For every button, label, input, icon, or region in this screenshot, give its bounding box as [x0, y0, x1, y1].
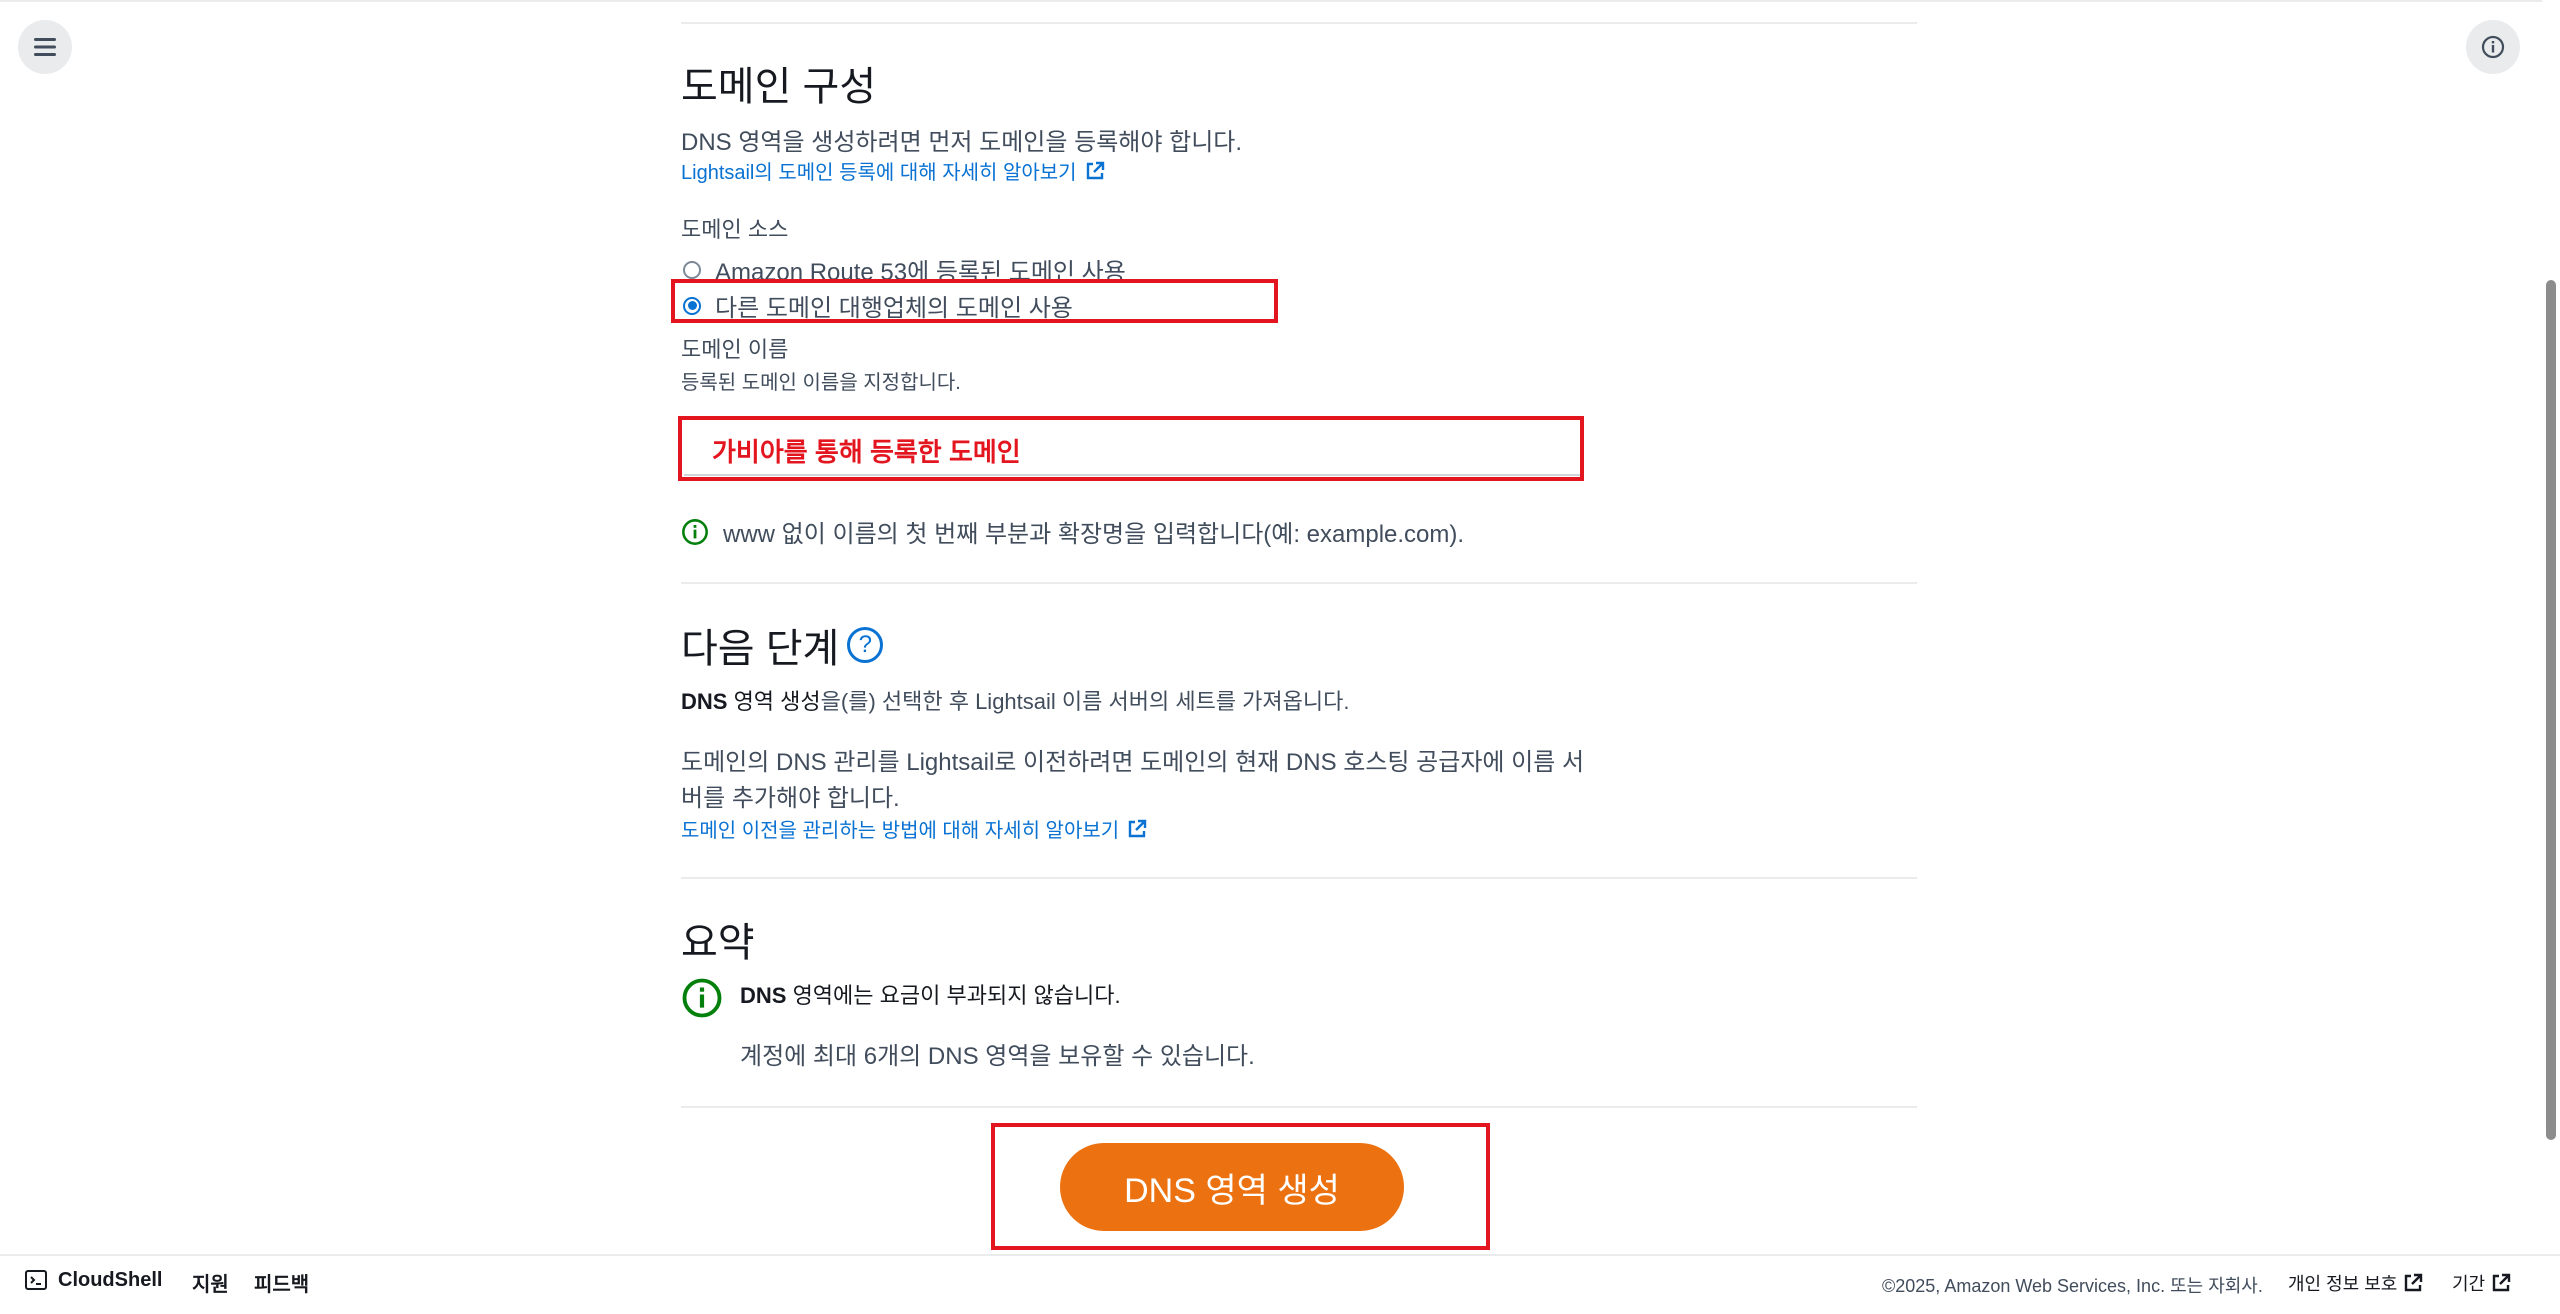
hamburger-icon: [34, 38, 56, 56]
transfer-learn-more-label: 도메인 이전을 관리하는 방법에 대해 자세히 알아보기: [681, 820, 1120, 842]
section-divider: [681, 582, 1917, 584]
next-steps-line1-rest: 을(를) 선택한 후 Lightsail 이름 서버의 세트를 가져옵니다.: [820, 689, 1350, 714]
info-icon: [2481, 35, 2505, 59]
next-steps-line2b: 버를 추가해야 합니다.: [681, 785, 900, 812]
summary-line1-bold: DNS: [740, 983, 787, 1008]
external-link-icon: [2405, 1273, 2423, 1292]
section-divider: [681, 877, 1917, 879]
domain-name-label: 도메인 이름: [681, 337, 789, 362]
footer-support-link[interactable]: 지원: [192, 1268, 229, 1297]
highlight-box-create-button: [991, 1123, 1490, 1250]
cloudshell-label: CloudShell: [58, 1268, 163, 1291]
summary-info-icon: [682, 978, 722, 1018]
section-title-domain-config: 도메인 구성: [681, 65, 877, 109]
next-steps-line1-bold2: 영역 생성: [727, 689, 821, 714]
privacy-label: 개인 정보 보호: [2288, 1274, 2398, 1294]
section-divider: [681, 22, 1917, 24]
highlight-box-radio: [671, 279, 1278, 323]
external-link-icon: [2492, 1273, 2511, 1292]
domain-name-hint-text: www 없이 이름의 첫 번째 부분과 확장명을 입력합니다(예: exampl…: [723, 521, 1465, 548]
next-steps-line1: DNS 영역 생성을(를) 선택한 후 Lightsail 이름 서버의 세트를…: [681, 684, 1349, 716]
footer-feedback-link[interactable]: 피드백: [254, 1268, 309, 1297]
help-icon[interactable]: ?: [847, 627, 884, 663]
scrollbar-thumb[interactable]: [2546, 280, 2556, 1140]
next-steps-line2a: 도메인의 DNS 관리를 Lightsail로 이전하려면 도메인의 현재 DN…: [681, 749, 1585, 776]
section-divider: [681, 1106, 1917, 1108]
domain-registration-learn-more-link[interactable]: Lightsail의 도메인 등록에 대해 자세히 알아보기: [681, 156, 1105, 185]
success-info-icon: [682, 518, 708, 545]
domain-config-description: DNS 영역을 생성하려면 먼저 도메인을 등록해야 합니다.: [681, 129, 1243, 156]
learn-more-label: Lightsail의 도메인 등록에 대해 자세히 알아보기: [681, 162, 1077, 184]
next-steps-line1-bold: DNS: [681, 689, 728, 714]
cloudshell-button[interactable]: CloudShell: [24, 1268, 162, 1292]
summary-line1: DNS 영역에는 요금이 부과되지 않습니다.: [740, 978, 1121, 1010]
highlight-box-domain-input: [678, 416, 1584, 481]
domain-source-label: 도메인 소스: [681, 217, 789, 242]
radio-button[interactable]: [683, 260, 701, 279]
domain-name-description: 등록된 도메인 이름을 지정합니다.: [681, 372, 961, 394]
footer-copyright: ©2025, Amazon Web Services, Inc. 또는 자회사.: [1882, 1276, 2263, 1296]
domain-name-hint: www 없이 이름의 첫 번째 부분과 확장명을 입력합니다(예: exampl…: [681, 514, 1464, 549]
top-border: [0, 0, 2560, 2]
section-title-next-steps: 다음 단계 ?: [681, 616, 884, 674]
domain-transfer-learn-more-link[interactable]: 도메인 이전을 관리하는 방법에 대해 자세히 알아보기: [681, 814, 1147, 843]
footer-privacy-link[interactable]: 개인 정보 보호: [2288, 1270, 2423, 1296]
next-steps-title: 다음 단계: [681, 627, 840, 671]
terminal-icon: [25, 1270, 47, 1290]
footer-terms-link[interactable]: 기간: [2452, 1270, 2511, 1296]
terms-label: 기간: [2452, 1274, 2486, 1294]
navigation-menu-button[interactable]: [18, 20, 72, 74]
summary-line2: 계정에 최대 6개의 DNS 영역을 보유할 수 있습니다.: [740, 1043, 1255, 1070]
info-panel-button[interactable]: [2466, 20, 2520, 74]
section-title-summary: 요약: [681, 921, 755, 965]
external-link-icon: [1086, 161, 1104, 179]
summary-line1-rest: 영역에는 요금이 부과되지 않습니다.: [786, 983, 1121, 1008]
external-link-icon: [1128, 819, 1147, 837]
